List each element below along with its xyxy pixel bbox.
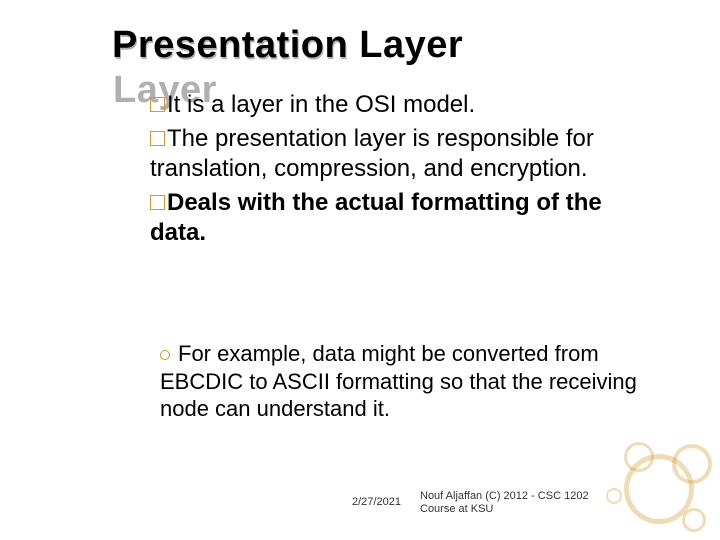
- circle-icon: [606, 488, 622, 504]
- bullet-text: Deals with the actual formatting of the …: [150, 189, 602, 246]
- body-text: It is a layer in the OSI model. The pres…: [150, 90, 650, 252]
- bullet-text: It is a layer in the OSI model.: [167, 91, 475, 118]
- square-bullet-icon: [150, 131, 165, 146]
- bullet-item: It is a layer in the OSI model.: [150, 90, 650, 120]
- circle-bullet-icon: [160, 350, 170, 360]
- sub-bullet: For example, data might be converted fro…: [160, 340, 650, 423]
- bullet-item: Deals with the actual formatting of the …: [150, 188, 650, 248]
- square-bullet-icon: [150, 195, 165, 210]
- footer-date: 2/27/2021: [352, 496, 401, 508]
- circle-icon: [624, 442, 654, 472]
- sub-bullet-text: For example, data might be converted fro…: [160, 341, 637, 421]
- circle-icon: [672, 444, 712, 484]
- slide-title: Presentation Layer Presentation Layer: [112, 24, 463, 67]
- slide: Presentation Layer Presentation Layer It…: [0, 0, 720, 540]
- footer-credit-line1: Nouf Aljaffan (C) 2012 - CSC 1202: [420, 490, 589, 503]
- bullet-item: The presentation layer is responsible fo…: [150, 124, 650, 184]
- footer-credit-line2: Course at KSU: [420, 503, 589, 516]
- circle-icon: [682, 508, 706, 532]
- title-text: Presentation Layer: [112, 24, 463, 66]
- bullet-text: The presentation layer is responsible fo…: [150, 125, 594, 182]
- square-bullet-icon: [150, 97, 165, 112]
- footer-credit: Nouf Aljaffan (C) 2012 - CSC 1202 Course…: [420, 490, 589, 516]
